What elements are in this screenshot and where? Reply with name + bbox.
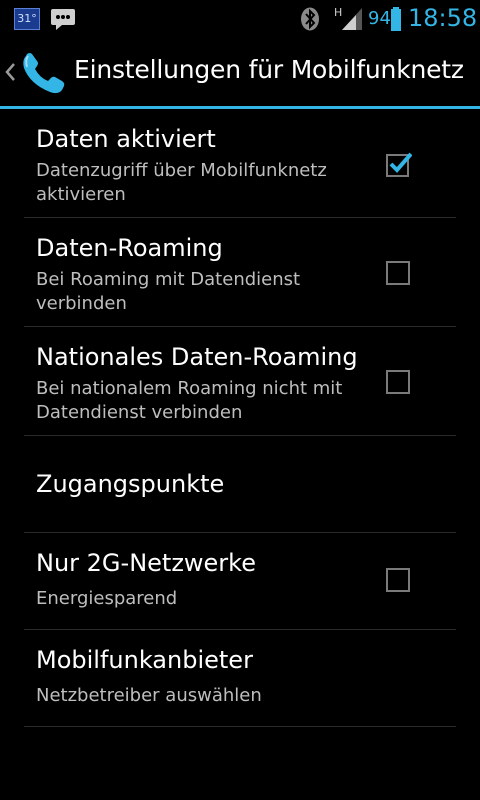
signal-strength-icon: H bbox=[334, 6, 362, 30]
setting-title: Zugangspunkte bbox=[36, 470, 225, 498]
setting-summary: Bei Roaming mit Datendienst verbinden bbox=[36, 269, 301, 314]
setting-title: Daten-Roaming bbox=[36, 234, 223, 262]
page-title: Einstellungen für Mobilfunknetz bbox=[74, 55, 464, 84]
checkbox-checked-icon[interactable] bbox=[386, 151, 412, 177]
setting-item-data-enabled[interactable]: Daten aktiviert Datenzugriff über Mobilf… bbox=[0, 109, 480, 218]
setting-item-access-points[interactable]: Zugangspunkte bbox=[0, 436, 480, 533]
setting-title: Daten aktiviert bbox=[36, 125, 216, 153]
checkbox-unchecked-icon[interactable] bbox=[386, 567, 412, 593]
list-divider bbox=[24, 726, 456, 727]
setting-item-network-operator[interactable]: Mobilfunkanbieter Netzbetreiber auswähle… bbox=[0, 630, 480, 727]
bluetooth-icon bbox=[301, 7, 319, 31]
calendar-notification-icon: 31° bbox=[14, 8, 40, 30]
setting-summary: Bei nationalem Roaming nicht mit Datendi… bbox=[36, 378, 343, 423]
settings-list: Daten aktiviert Datenzugriff über Mobilf… bbox=[0, 109, 480, 727]
up-navigation-caret-icon[interactable] bbox=[4, 62, 16, 82]
setting-summary: Netzbetreiber auswählen bbox=[36, 685, 262, 706]
network-type-label: H bbox=[334, 6, 342, 19]
setting-item-national-roaming[interactable]: Nationales Daten-Roaming Bei nationalem … bbox=[0, 327, 480, 436]
clock: 18:58 bbox=[408, 4, 478, 32]
phone-icon[interactable] bbox=[18, 50, 70, 96]
setting-item-data-roaming[interactable]: Daten-Roaming Bei Roaming mit Datendiens… bbox=[0, 218, 480, 327]
setting-summary: Energiesparend bbox=[36, 588, 178, 609]
battery-level-text: 94 bbox=[368, 8, 391, 29]
setting-summary: Datenzugriff über Mobilfunknetz aktivier… bbox=[36, 160, 327, 205]
battery-icon bbox=[391, 7, 401, 31]
setting-title: Nur 2G-Netzwerke bbox=[36, 549, 256, 577]
checkbox-unchecked-icon[interactable] bbox=[386, 369, 412, 395]
status-bar: 31° H 94 18:58 bbox=[0, 0, 480, 38]
setting-title: Mobilfunkanbieter bbox=[36, 646, 253, 674]
checkbox-unchecked-icon[interactable] bbox=[386, 260, 412, 286]
message-notification-icon bbox=[51, 9, 75, 30]
setting-title: Nationales Daten-Roaming bbox=[36, 343, 358, 371]
setting-item-2g-only[interactable]: Nur 2G-Netzwerke Energiesparend bbox=[0, 533, 480, 630]
